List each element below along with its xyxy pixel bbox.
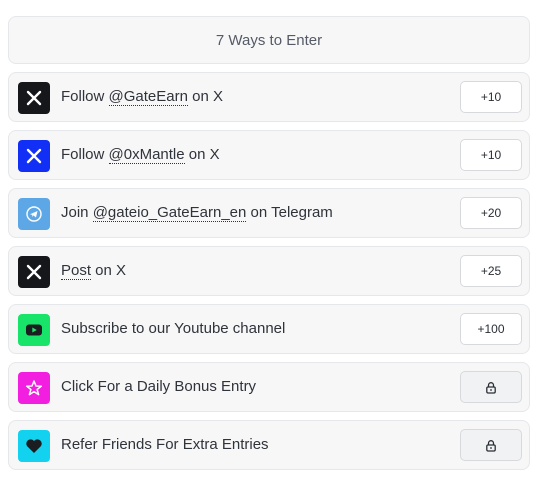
points-button[interactable]: +20 <box>460 197 522 229</box>
entry-label: Refer Friends For Extra Entries <box>61 436 269 453</box>
points-button[interactable]: +25 <box>460 255 522 287</box>
lock-icon <box>486 381 496 394</box>
locked-button[interactable] <box>460 371 522 403</box>
points-button[interactable]: +10 <box>460 81 522 113</box>
youtube-logo-icon <box>18 314 50 346</box>
entry-row-follow-gateearn[interactable]: Follow @GateEarn on X +10 <box>8 72 530 122</box>
entry-row-follow-mantle[interactable]: Follow @0xMantle on X +10 <box>8 130 530 180</box>
locked-button[interactable] <box>460 429 522 461</box>
panel-title: 7 Ways to Enter <box>8 16 530 64</box>
lock-icon <box>486 439 496 452</box>
entry-label: Click For a Daily Bonus Entry <box>61 378 257 395</box>
telegram-logo-icon <box>18 198 50 230</box>
entry-label: Follow @GateEarn on X <box>61 88 223 106</box>
points-button[interactable]: +100 <box>460 313 522 345</box>
entry-handle-link[interactable]: @0xMantle <box>108 146 185 164</box>
entry-label: Post on X <box>61 262 127 280</box>
x-logo-icon <box>18 82 50 114</box>
entry-row-join-telegram[interactable]: Join @gateio_GateEarn_en on Telegram +20 <box>8 188 530 238</box>
heart-icon <box>18 430 50 462</box>
entry-row-post-on-x[interactable]: Post on X +25 <box>8 246 530 296</box>
entry-handle-link[interactable]: @gateio_GateEarn_en <box>92 204 247 222</box>
points-button[interactable]: +10 <box>460 139 522 171</box>
entry-row-subscribe-youtube[interactable]: Subscribe to our Youtube channel +100 <box>8 304 530 354</box>
star-icon <box>18 372 50 404</box>
x-logo-icon <box>18 256 50 288</box>
entry-label: Follow @0xMantle on X <box>61 146 220 164</box>
entry-label: Subscribe to our Youtube channel <box>61 320 286 337</box>
x-logo-icon <box>18 140 50 172</box>
entry-row-refer-friends[interactable]: Refer Friends For Extra Entries <box>8 420 530 470</box>
entry-methods-panel: 7 Ways to Enter Follow @GateEarn on X +1… <box>0 0 540 478</box>
entry-handle-link[interactable]: Post <box>61 262 92 280</box>
entry-handle-link[interactable]: @GateEarn <box>108 88 188 106</box>
entry-row-daily-bonus[interactable]: Click For a Daily Bonus Entry <box>8 362 530 412</box>
entry-label: Join @gateio_GateEarn_en on Telegram <box>61 204 333 222</box>
